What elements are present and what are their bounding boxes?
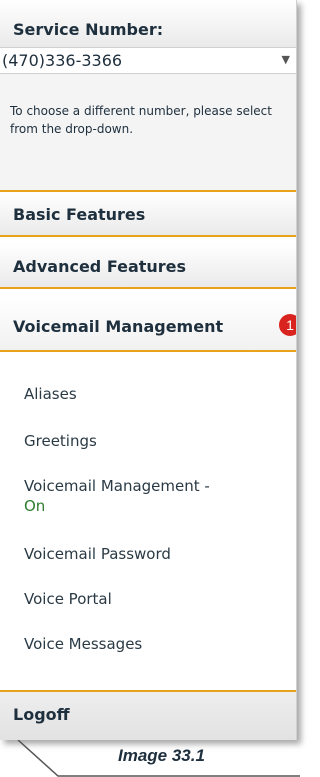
image-caption: Image 33.1 <box>118 746 205 765</box>
submenu-item-voicemail-management[interactable]: Voicemail Management - On <box>24 476 210 516</box>
submenu-item-voice-messages[interactable]: Voice Messages <box>24 634 142 654</box>
section-label: Basic Features <box>13 205 146 224</box>
service-number-label: Service Number: <box>13 20 164 39</box>
service-number-value: (470)336-3366 <box>2 51 123 70</box>
callout-badge: 1 <box>279 314 296 336</box>
section-label: Advanced Features <box>13 257 187 276</box>
submenu-item-voice-portal[interactable]: Voice Portal <box>24 589 112 609</box>
section-basic-features[interactable]: Basic Features <box>0 192 296 237</box>
service-number-header: Service Number: <box>0 0 296 47</box>
submenu-item-voicemail-password[interactable]: Voicemail Password <box>24 544 171 564</box>
chevron-down-icon: ▼ <box>281 53 290 66</box>
status-badge: On <box>24 497 46 515</box>
image-caption-tab: Image 33.1 <box>0 740 307 777</box>
submenu-item-label: Voicemail Management - <box>24 477 210 495</box>
section-voicemail-management[interactable]: Voicemail Management 1 <box>0 296 296 352</box>
logoff-button[interactable]: Logoff <box>0 690 296 740</box>
submenu-item-aliases[interactable]: Aliases <box>24 384 77 404</box>
sidebar-panel: Service Number: (470)336-3366 ▼ To choos… <box>0 0 297 740</box>
section-advanced-features[interactable]: Advanced Features <box>0 244 296 289</box>
voicemail-submenu: Aliases Greetings Voicemail Management -… <box>0 352 296 690</box>
submenu-item-greetings[interactable]: Greetings <box>24 431 97 451</box>
logoff-label: Logoff <box>13 705 70 724</box>
helper-area: To choose a different number, please sel… <box>0 74 296 192</box>
service-number-select[interactable]: (470)336-3366 ▼ <box>0 47 296 74</box>
helper-text: To choose a different number, please sel… <box>10 104 272 136</box>
section-label: Voicemail Management <box>13 317 224 336</box>
